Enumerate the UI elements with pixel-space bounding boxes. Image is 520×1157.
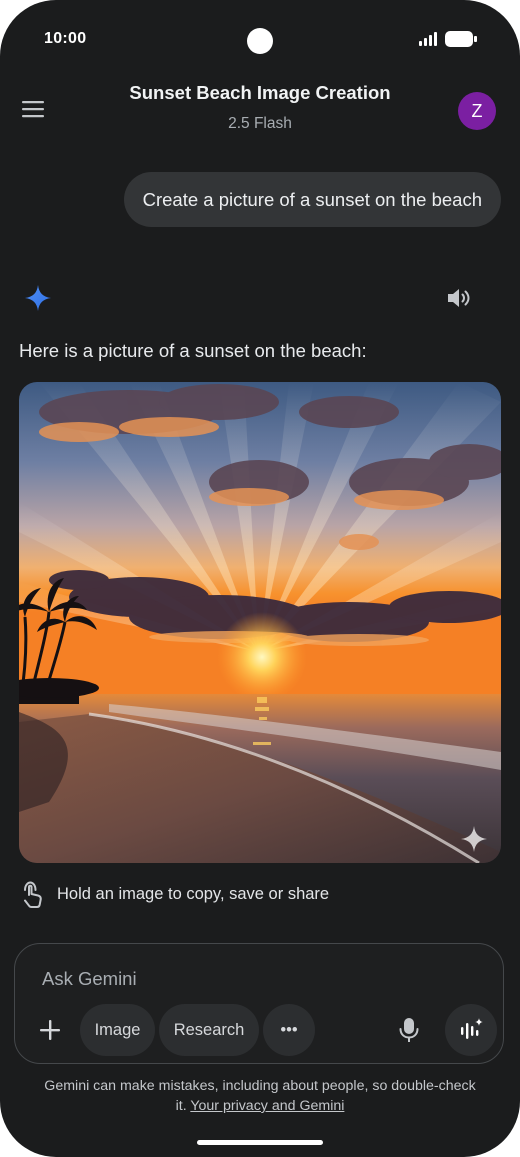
live-button[interactable]	[445, 1004, 497, 1056]
menu-icon[interactable]	[20, 96, 46, 122]
signal-icon	[419, 32, 437, 46]
response-text: Here is a picture of a sunset on the bea…	[19, 340, 367, 361]
battery-icon	[445, 31, 477, 47]
phone-screen: 10:00 Sunset Beach Image Creation 2.5 Fl…	[0, 0, 520, 1157]
user-message: Create a picture of a sunset on the beac…	[123, 172, 501, 227]
generated-image[interactable]	[19, 382, 501, 863]
conversation-title[interactable]: Sunset Beach Image Creation	[80, 82, 440, 104]
touch-hold-icon	[24, 881, 42, 908]
model-selector[interactable]: 2.5 Flash	[80, 115, 440, 133]
privacy-link[interactable]: Your privacy and Gemini	[190, 1098, 344, 1114]
composer: Image Research •••	[14, 943, 504, 1064]
live-waveform-icon	[461, 1018, 483, 1039]
gemini-spark-icon	[25, 285, 51, 311]
speaker-icon[interactable]	[446, 286, 472, 310]
disclaimer: Gemini can make mistakes, including abou…	[40, 1076, 480, 1116]
image-hint: Hold an image to copy, save or share	[57, 885, 330, 903]
more-options-button[interactable]: •••	[263, 1004, 315, 1056]
avatar[interactable]: Z	[458, 92, 496, 130]
home-indicator[interactable]	[197, 1140, 323, 1145]
research-chip[interactable]: Research	[159, 1004, 259, 1056]
add-icon[interactable]	[34, 1014, 66, 1046]
status-bar: 10:00	[0, 28, 520, 54]
front-camera	[247, 28, 273, 54]
image-chip[interactable]: Image	[80, 1004, 155, 1056]
mic-icon[interactable]	[397, 1016, 421, 1044]
ask-input[interactable]	[42, 966, 392, 992]
status-time: 10:00	[44, 30, 87, 47]
top-bar: Sunset Beach Image Creation 2.5 Flash Z	[0, 76, 520, 146]
